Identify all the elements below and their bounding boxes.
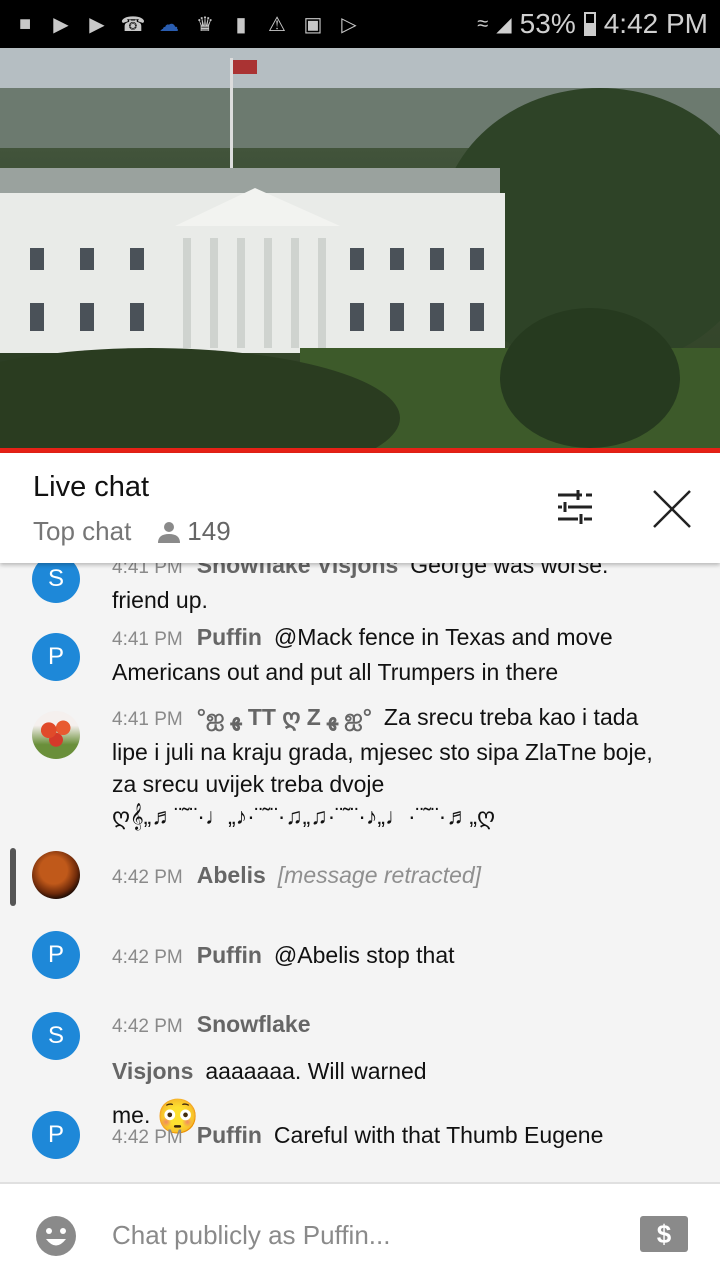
chat-message-list[interactable]: S 4:41 PM Snowflake Visjons George was wor…: [0, 563, 720, 1180]
message-time: 4:42 PM: [112, 947, 183, 968]
youtube-icon: ▶: [89, 13, 105, 36]
person-icon: [158, 521, 181, 543]
message-text: @Mack fence in Texas and move Americans …: [112, 624, 613, 685]
close-icon[interactable]: [650, 487, 694, 531]
message-alert-icon: ■: [18, 12, 32, 35]
message-author[interactable]: Abelis: [197, 862, 266, 888]
message-author[interactable]: Snowflake Visjons: [197, 563, 399, 578]
viewer-count-value: 149: [187, 516, 231, 546]
message-time: 4:42 PM: [112, 867, 183, 888]
message-text: Careful with that Thumb Eugene: [273, 1122, 604, 1148]
message-author[interactable]: Puffin: [197, 624, 262, 650]
chat-input-bar: $: [0, 1182, 720, 1280]
clock: 4:42 PM: [603, 8, 708, 39]
message-highlight-bar: [10, 848, 16, 906]
message-retracted: [message retracted]: [277, 862, 482, 888]
play-store-icon: ▷: [341, 13, 357, 36]
message-time: 4:41 PM: [112, 709, 183, 730]
viewer-count: 149: [157, 516, 231, 547]
chat-message-input[interactable]: [112, 1214, 612, 1256]
missed-call-icon: ☎: [120, 13, 146, 36]
video-frame: [0, 48, 720, 448]
super-chat-button[interactable]: $: [640, 1216, 688, 1252]
live-chat-title: Live chat: [33, 471, 150, 503]
message-author[interactable]: Puffin: [197, 942, 262, 968]
notification-icons: ■ ▶ ▶ ☎ ☁ ♛ ▮ ⚠ ▣ ▷: [12, 12, 362, 36]
filter-settings-icon[interactable]: [554, 489, 596, 525]
message-text: @Abelis stop that: [273, 942, 455, 968]
warning-icon: ⚠: [268, 13, 286, 36]
signal-icon: ◢: [496, 13, 512, 36]
emoji-picker-icon[interactable]: [36, 1216, 76, 1256]
message-time: 4:41 PM: [112, 629, 183, 650]
wifi-icon: ≈: [477, 12, 489, 35]
battery-percent: 53%: [519, 8, 576, 39]
video-player[interactable]: [0, 48, 720, 448]
avatar: S: [32, 563, 80, 603]
cloud-icon: ☁: [159, 13, 179, 36]
message-time: 4:42 PM: [112, 1127, 183, 1148]
dollar-icon: $: [656, 1218, 672, 1249]
avatar-moon: [32, 851, 80, 899]
message-text: Za srecu treba kao i tada lipe i juli na…: [112, 704, 653, 829]
battery-icon: [583, 12, 596, 36]
avatar: S: [32, 1012, 80, 1060]
message-time: 4:42 PM: [112, 1016, 183, 1037]
folder-icon: ▮: [235, 13, 247, 36]
status-bar: ■ ▶ ▶ ☎ ☁ ♛ ▮ ⚠ ▣ ▷ ≈ ◢ 53% 4:42 PM: [0, 0, 720, 48]
crown-icon: ♛: [196, 13, 214, 36]
avatar: P: [32, 633, 80, 681]
image-icon: ▣: [303, 13, 323, 36]
youtube-icon: ▶: [53, 13, 69, 36]
avatar: P: [32, 1111, 80, 1159]
avatar: P: [32, 931, 80, 979]
avatar-tulips: [32, 711, 80, 759]
message-author[interactable]: Puffin: [197, 1122, 262, 1148]
message-time: 4:41 PM: [112, 563, 183, 578]
message-author[interactable]: °ஐ ﻬ TT ღ Z ﻬ ஐ°: [197, 704, 372, 730]
live-chat-header: Live chat Top chat 149: [0, 453, 720, 563]
chat-mode-selector[interactable]: Top chat 149: [33, 516, 231, 547]
chat-mode-label: Top chat: [33, 516, 132, 546]
